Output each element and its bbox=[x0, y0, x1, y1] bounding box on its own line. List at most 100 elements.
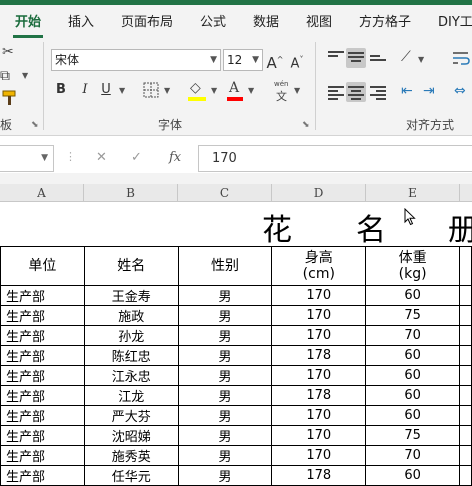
copy-icon[interactable]: ⧉ bbox=[0, 68, 10, 84]
table-cell[interactable]: 生产部 bbox=[0, 365, 85, 386]
table-cell[interactable]: 施秀英 bbox=[83, 445, 179, 466]
tab-formulas[interactable]: 公式 bbox=[200, 11, 226, 30]
header-cell[interactable]: 体重 (kg) bbox=[365, 246, 460, 286]
table-cell[interactable]: 60 bbox=[365, 465, 460, 486]
table-cell[interactable]: 60 bbox=[365, 285, 460, 306]
table-cell[interactable]: 60 bbox=[365, 385, 460, 406]
more-options-icon[interactable]: ⋮ bbox=[65, 150, 76, 163]
table-cell[interactable]: 178 bbox=[271, 345, 367, 366]
font-color-dropdown-icon[interactable]: ▼ bbox=[248, 86, 254, 95]
table-cell[interactable]: 75 bbox=[365, 425, 460, 446]
empty-cell[interactable] bbox=[458, 325, 472, 346]
cut-icon[interactable]: ✂ bbox=[2, 44, 14, 60]
table-cell[interactable]: 江永忠 bbox=[83, 365, 179, 386]
grow-font-button[interactable]: A^ bbox=[265, 50, 285, 72]
table-cell[interactable]: 生产部 bbox=[0, 385, 85, 406]
table-cell[interactable]: 男 bbox=[177, 305, 273, 326]
table-cell[interactable]: 178 bbox=[271, 465, 367, 486]
table-cell[interactable]: 178 bbox=[271, 385, 367, 406]
underline-dropdown-icon[interactable]: ▼ bbox=[119, 86, 125, 95]
table-cell[interactable]: 170 bbox=[271, 445, 367, 466]
tab-diy[interactable]: DIY工 bbox=[438, 11, 472, 30]
table-cell[interactable]: 170 bbox=[271, 325, 367, 346]
table-cell[interactable]: 生产部 bbox=[0, 445, 85, 466]
table-cell[interactable]: 施政 bbox=[83, 305, 179, 326]
table-cell[interactable]: 70 bbox=[365, 325, 460, 346]
table-cell[interactable]: 男 bbox=[177, 385, 273, 406]
orientation-icon[interactable]: ⟋ bbox=[401, 49, 411, 65]
table-cell[interactable]: 170 bbox=[271, 365, 367, 386]
table-cell[interactable]: 60 bbox=[365, 345, 460, 366]
table-cell[interactable]: 男 bbox=[177, 365, 273, 386]
increase-indent-icon[interactable]: ⇥ bbox=[423, 83, 435, 99]
name-box[interactable]: ▼ bbox=[0, 145, 54, 172]
empty-cell[interactable] bbox=[458, 246, 472, 286]
underline-button[interactable]: U bbox=[96, 80, 116, 100]
table-cell[interactable]: 男 bbox=[177, 465, 273, 486]
table-cell[interactable]: 生产部 bbox=[0, 465, 85, 486]
table-cell[interactable]: 男 bbox=[177, 425, 273, 446]
table-cell[interactable]: 孙龙 bbox=[83, 325, 179, 346]
merge-center-icon[interactable]: ⇔ bbox=[454, 83, 466, 99]
column-header-a[interactable]: A bbox=[0, 184, 84, 202]
tab-home[interactable]: 开始 bbox=[15, 11, 41, 30]
empty-cell[interactable] bbox=[458, 445, 472, 466]
bold-button[interactable]: B bbox=[51, 80, 71, 100]
table-cell[interactable]: 男 bbox=[177, 345, 273, 366]
empty-cell[interactable] bbox=[458, 385, 472, 406]
wrap-text-icon[interactable] bbox=[452, 50, 470, 66]
table-cell[interactable]: 男 bbox=[177, 325, 273, 346]
align-right-icon[interactable] bbox=[370, 86, 386, 100]
table-cell[interactable]: 60 bbox=[365, 365, 460, 386]
table-cell[interactable]: 生产部 bbox=[0, 345, 85, 366]
column-header-d[interactable]: D bbox=[272, 184, 366, 202]
empty-cell[interactable] bbox=[458, 305, 472, 326]
align-bottom-icon[interactable] bbox=[370, 55, 386, 69]
clipboard-launcher-icon[interactable]: ⬊ bbox=[31, 120, 39, 130]
table-cell[interactable]: 任华元 bbox=[83, 465, 179, 486]
phonetic-guide-icon[interactable]: 文 bbox=[276, 88, 287, 104]
cancel-icon[interactable]: ✕ bbox=[96, 150, 107, 165]
table-cell[interactable]: 陈红忠 bbox=[83, 345, 179, 366]
insert-function-icon[interactable]: fx bbox=[169, 150, 181, 165]
decrease-indent-icon[interactable]: ⇤ bbox=[401, 83, 413, 99]
orientation-dropdown-icon[interactable]: ▼ bbox=[418, 55, 424, 64]
title-row[interactable]: 花 名 册 bbox=[0, 203, 472, 248]
font-color-icon[interactable]: A bbox=[229, 80, 239, 96]
empty-cell[interactable] bbox=[458, 365, 472, 386]
borders-icon[interactable] bbox=[143, 82, 159, 98]
table-cell[interactable]: 70 bbox=[365, 445, 460, 466]
font-name-combo[interactable]: 宋体 ▼ bbox=[51, 49, 221, 71]
phonetic-dropdown-icon[interactable]: ▼ bbox=[294, 86, 300, 95]
column-header-c[interactable]: C bbox=[178, 184, 272, 202]
align-middle-button[interactable] bbox=[346, 48, 366, 68]
borders-dropdown-icon[interactable]: ▼ bbox=[164, 86, 170, 95]
table-cell[interactable]: 170 bbox=[271, 305, 367, 326]
empty-cell[interactable] bbox=[458, 345, 472, 366]
format-painter-icon[interactable] bbox=[0, 90, 18, 106]
enter-icon[interactable]: ✓ bbox=[131, 150, 142, 165]
table-cell[interactable]: 沈昭娣 bbox=[83, 425, 179, 446]
chevron-down-icon[interactable]: ▼ bbox=[41, 153, 48, 163]
column-header-e[interactable]: E bbox=[366, 184, 460, 202]
empty-cell[interactable] bbox=[458, 425, 472, 446]
fill-color-icon[interactable]: ◇ bbox=[190, 80, 201, 96]
shrink-font-button[interactable]: A˅ bbox=[287, 50, 307, 71]
table-cell[interactable]: 生产部 bbox=[0, 405, 85, 426]
font-launcher-icon[interactable]: ⬊ bbox=[302, 120, 310, 130]
table-cell[interactable]: 男 bbox=[177, 405, 273, 426]
tab-fangfangezi[interactable]: 方方格子 bbox=[359, 11, 411, 30]
table-cell[interactable]: 生产部 bbox=[0, 425, 85, 446]
align-top-icon[interactable] bbox=[328, 51, 344, 65]
column-header-b[interactable]: B bbox=[84, 184, 178, 202]
italic-button[interactable]: I bbox=[75, 80, 95, 100]
tab-page-layout[interactable]: 页面布局 bbox=[121, 11, 173, 30]
align-left-icon[interactable] bbox=[328, 86, 344, 100]
table-cell[interactable]: 170 bbox=[271, 285, 367, 306]
font-size-combo[interactable]: 12 ▼ bbox=[223, 49, 263, 71]
copy-dropdown-icon[interactable]: ▼ bbox=[22, 71, 28, 80]
tab-insert[interactable]: 插入 bbox=[68, 11, 94, 30]
column-header-f[interactable] bbox=[460, 184, 472, 202]
table-cell[interactable]: 170 bbox=[271, 425, 367, 446]
table-cell[interactable]: 江龙 bbox=[83, 385, 179, 406]
